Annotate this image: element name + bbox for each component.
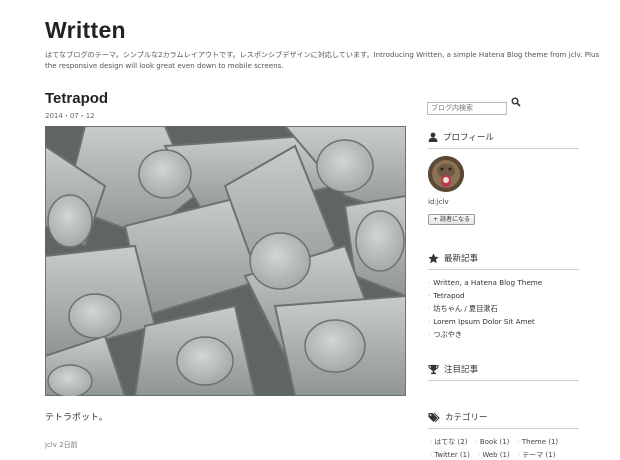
profile-module-heading: プロフィール [428, 131, 579, 149]
blog-title[interactable]: Written [45, 17, 126, 44]
tags-icon [428, 412, 440, 422]
star-icon [428, 252, 439, 263]
entry-title[interactable]: Tetrapod [45, 90, 108, 107]
categories-heading-text: カテゴリー [445, 413, 488, 423]
profile-user-id[interactable]: id:jclv [428, 198, 449, 206]
category-link[interactable]: Twitter (1) [430, 451, 470, 459]
recent-entry-link[interactable]: つぶやき [428, 329, 542, 342]
entry-photo-tetrapods [45, 126, 406, 396]
search-form [427, 95, 521, 115]
subscribe-button[interactable]: + 読者になる [428, 214, 476, 225]
person-icon [428, 132, 438, 142]
blog-description: はてなブログのテーマ。シンプルな2カラムレイアウトです。レスポンシブデザインに対… [45, 50, 600, 70]
search-input[interactable] [427, 101, 507, 115]
recent-entry-link[interactable]: Written, a Hatena Blog Theme [428, 277, 542, 290]
categories-module-heading: カテゴリー [428, 411, 579, 429]
entry-footer: jclv 2日前 [45, 440, 78, 450]
recent-entries-list: Written, a Hatena Blog Theme Tetrapod 坊ち… [428, 277, 542, 341]
recent-entry-link[interactable]: Lorem Ipsum Dolor Sit Amet [428, 316, 542, 329]
recent-heading-text: 最新記事 [444, 254, 479, 264]
recent-module-heading: 最新記事 [428, 252, 579, 270]
category-row: Twitter (1) Web (1) テーマ (1) [430, 450, 561, 460]
category-row: はてな (2) Book (1) Theme (1) [430, 437, 564, 447]
avatar[interactable] [428, 156, 464, 192]
entry-author-link[interactable]: jclv [45, 441, 57, 449]
featured-heading-text: 注目記事 [444, 365, 479, 375]
recent-entry-link[interactable]: Tetrapod [428, 290, 542, 303]
category-link[interactable]: テーマ (1) [518, 451, 555, 459]
category-link[interactable]: はてな (2) [430, 438, 467, 446]
category-link[interactable]: Book (1) [476, 438, 510, 446]
entry-date[interactable]: 2014・07・12 [45, 111, 95, 121]
profile-heading-text: プロフィール [443, 133, 494, 143]
entry-body-text: テトラポット。 [45, 413, 108, 423]
recent-entry-link[interactable]: 坊ちゃん / 夏目漱石 [428, 303, 542, 316]
category-link[interactable]: Theme (1) [518, 438, 559, 446]
category-link[interactable]: Web (1) [478, 451, 510, 459]
trophy-icon [428, 364, 439, 374]
featured-module-heading: 注目記事 [428, 363, 579, 381]
search-icon[interactable] [511, 97, 521, 107]
plus-icon: + [433, 216, 439, 223]
subscribe-label: 読者になる [440, 216, 471, 223]
entry-time-link[interactable]: 2日前 [59, 441, 77, 449]
